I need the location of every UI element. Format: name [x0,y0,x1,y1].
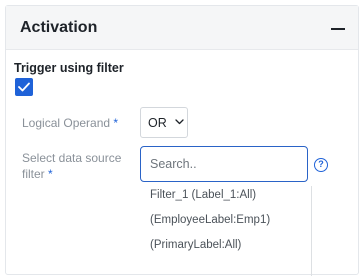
select-value: OR [148,116,167,130]
list-item[interactable]: Filter_1 (Label_1:All) [150,189,256,201]
panel-title: Activation [20,19,98,36]
logical-operand-label: Logical Operand * [22,116,119,130]
filter-dropdown-list: Filter_1 (Label_1:All) (EmployeeLabel:Em… [140,182,316,276]
dropdown-scrollbar[interactable] [311,186,312,276]
minus-icon[interactable] [328,18,348,38]
panel-header[interactable]: Activation [6,6,358,50]
list-item[interactable]: (EmployeeLabel:Emp1) [150,214,270,226]
chevron-down-icon [175,119,184,125]
trigger-label: Trigger using filter [14,61,124,75]
logical-operand-select[interactable]: OR [140,107,188,138]
trigger-checkbox[interactable] [15,78,33,96]
question-circle-icon[interactable]: ? [314,158,328,172]
check-icon [18,82,30,92]
required-mark: * [113,116,119,130]
required-mark: * [48,167,53,181]
data-source-filter-label: Select data source filter * [22,151,122,181]
search-box[interactable] [140,146,308,182]
list-item[interactable]: (PrimaryLabel:All) [150,239,241,251]
search-input[interactable] [150,156,300,172]
